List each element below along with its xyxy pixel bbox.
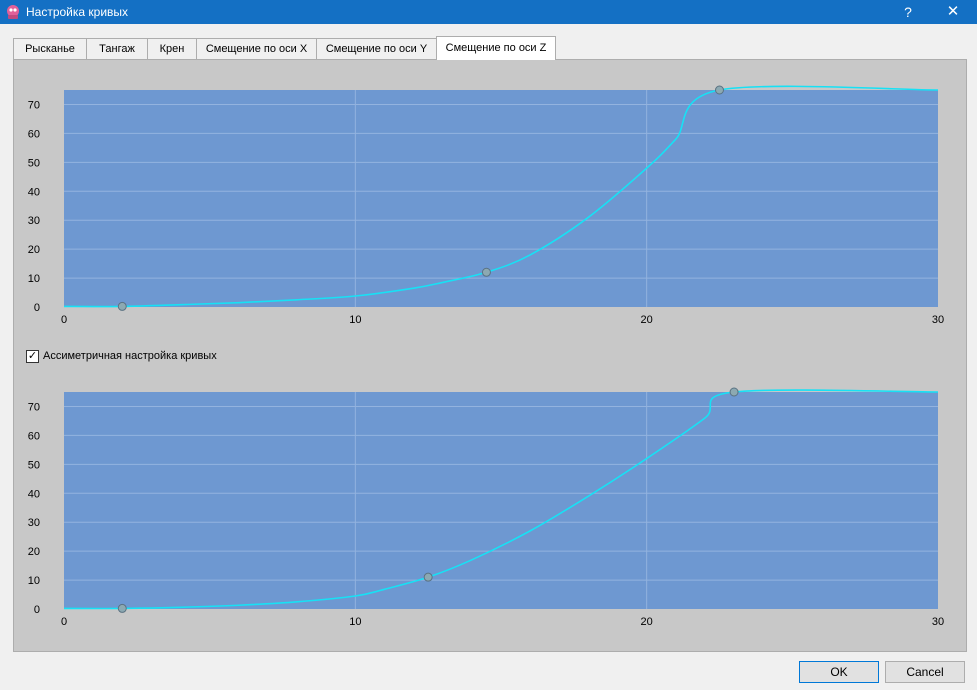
y-tick-label: 0 bbox=[34, 604, 40, 616]
x-tick-label: 30 bbox=[932, 314, 944, 326]
tab-offset-z[interactable]: Смещение по оси Z bbox=[436, 36, 556, 60]
x-tick-label: 0 bbox=[61, 616, 67, 628]
cancel-button[interactable]: Cancel bbox=[885, 661, 965, 683]
x-tick-label: 10 bbox=[349, 314, 361, 326]
y-tick-label: 70 bbox=[28, 99, 40, 111]
curve-control-point[interactable] bbox=[729, 387, 739, 397]
curve-settings-window: Настройка кривых ? ✕ Рысканье Тангаж Кре… bbox=[0, 0, 977, 690]
y-tick-label: 40 bbox=[28, 488, 40, 500]
curve-control-point[interactable] bbox=[423, 572, 433, 582]
y-tick-label: 70 bbox=[28, 401, 40, 413]
y-tick-label: 30 bbox=[28, 215, 40, 227]
plot-background bbox=[64, 392, 938, 609]
curve-control-point[interactable] bbox=[481, 267, 491, 277]
curve-control-point[interactable] bbox=[117, 603, 127, 613]
x-tick-label: 20 bbox=[641, 314, 653, 326]
curves-chart-area: 0 10 20 30 40 50 60 70 0 10 20 30 0 10 20 30 40 50 60 70 0 10… bbox=[28, 85, 944, 628]
asymmetric-checkbox-label[interactable]: Ассиметричная настройка кривых bbox=[43, 350, 217, 362]
asymmetric-checkbox[interactable]: ✓ bbox=[26, 350, 39, 363]
y-tick-label: 60 bbox=[28, 430, 40, 442]
y-tick-label: 0 bbox=[34, 302, 40, 314]
y-tick-label: 10 bbox=[28, 273, 40, 285]
y-tick-label: 20 bbox=[28, 546, 40, 558]
y-tick-label: 50 bbox=[28, 157, 40, 169]
ok-button[interactable]: OK bbox=[799, 661, 879, 683]
y-tick-label: 40 bbox=[28, 186, 40, 198]
plot-background bbox=[64, 90, 938, 307]
y-tick-label: 20 bbox=[28, 244, 40, 256]
x-tick-label: 0 bbox=[61, 314, 67, 326]
x-tick-label: 20 bbox=[641, 616, 653, 628]
curve-control-point[interactable] bbox=[715, 85, 724, 95]
x-tick-label: 10 bbox=[349, 616, 361, 628]
x-tick-label: 30 bbox=[932, 616, 944, 628]
y-tick-label: 30 bbox=[28, 517, 40, 529]
y-tick-label: 60 bbox=[28, 128, 40, 140]
y-tick-label: 50 bbox=[28, 459, 40, 471]
y-tick-label: 10 bbox=[28, 575, 40, 587]
curve-control-point[interactable] bbox=[117, 301, 127, 311]
